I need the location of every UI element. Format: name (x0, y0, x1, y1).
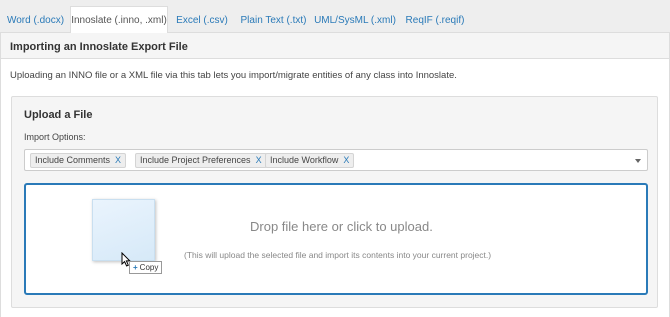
tab-plain-text[interactable]: Plain Text (.txt) (236, 8, 311, 33)
tab-content: Importing an Innoslate Export File Uploa… (0, 33, 670, 317)
import-options-select[interactable]: Include Comments X Include Project Prefer… (24, 149, 648, 171)
dropzone-message: Drop file here or click to upload. (250, 219, 433, 234)
remove-chip-icon[interactable]: X (115, 155, 121, 165)
tab-reqif[interactable]: ReqIF (.reqif) (399, 8, 471, 33)
file-dropzone[interactable]: + Copy Drop file here or click to upload.… (24, 183, 648, 295)
chip-include-project-preferences: Include Project Preferences X (135, 153, 267, 168)
remove-chip-icon[interactable]: X (343, 155, 349, 165)
chip-include-comments: Include Comments X (30, 153, 127, 168)
chevron-down-icon[interactable] (635, 159, 641, 163)
dropzone-hint: (This will upload the selected file and … (184, 250, 492, 260)
chip-label: Include Workflow (270, 155, 339, 165)
import-options-label: Import Options: (24, 132, 86, 142)
intro-text: Uploading an INNO file or a XML file via… (10, 70, 457, 81)
copy-label: Copy (139, 263, 159, 272)
tab-innoslate[interactable]: Innoslate (.inno, .xml) (70, 6, 168, 34)
panel-title: Importing an Innoslate Export File (10, 41, 188, 53)
tab-uml-sysml[interactable]: UML/SysML (.xml) (313, 8, 397, 33)
tab-word[interactable]: Word (.docx) (0, 8, 71, 33)
chip-include-workflow: Include Workflow X (265, 153, 355, 168)
drag-copy-badge: + Copy (129, 261, 163, 274)
chip-label: Include Comments (35, 155, 111, 165)
import-tab-bar: Word (.docx) Innoslate (.inno, .xml) Exc… (0, 0, 670, 34)
upload-title: Upload a File (24, 109, 93, 121)
remove-chip-icon[interactable]: X (256, 155, 262, 165)
tab-excel[interactable]: Excel (.csv) (170, 8, 234, 33)
plus-icon: + (133, 263, 138, 272)
upload-panel: Upload a File Import Options: Include Co… (11, 96, 658, 308)
panel-heading: Importing an Innoslate Export File (1, 33, 669, 59)
chip-label: Include Project Preferences (140, 155, 251, 165)
